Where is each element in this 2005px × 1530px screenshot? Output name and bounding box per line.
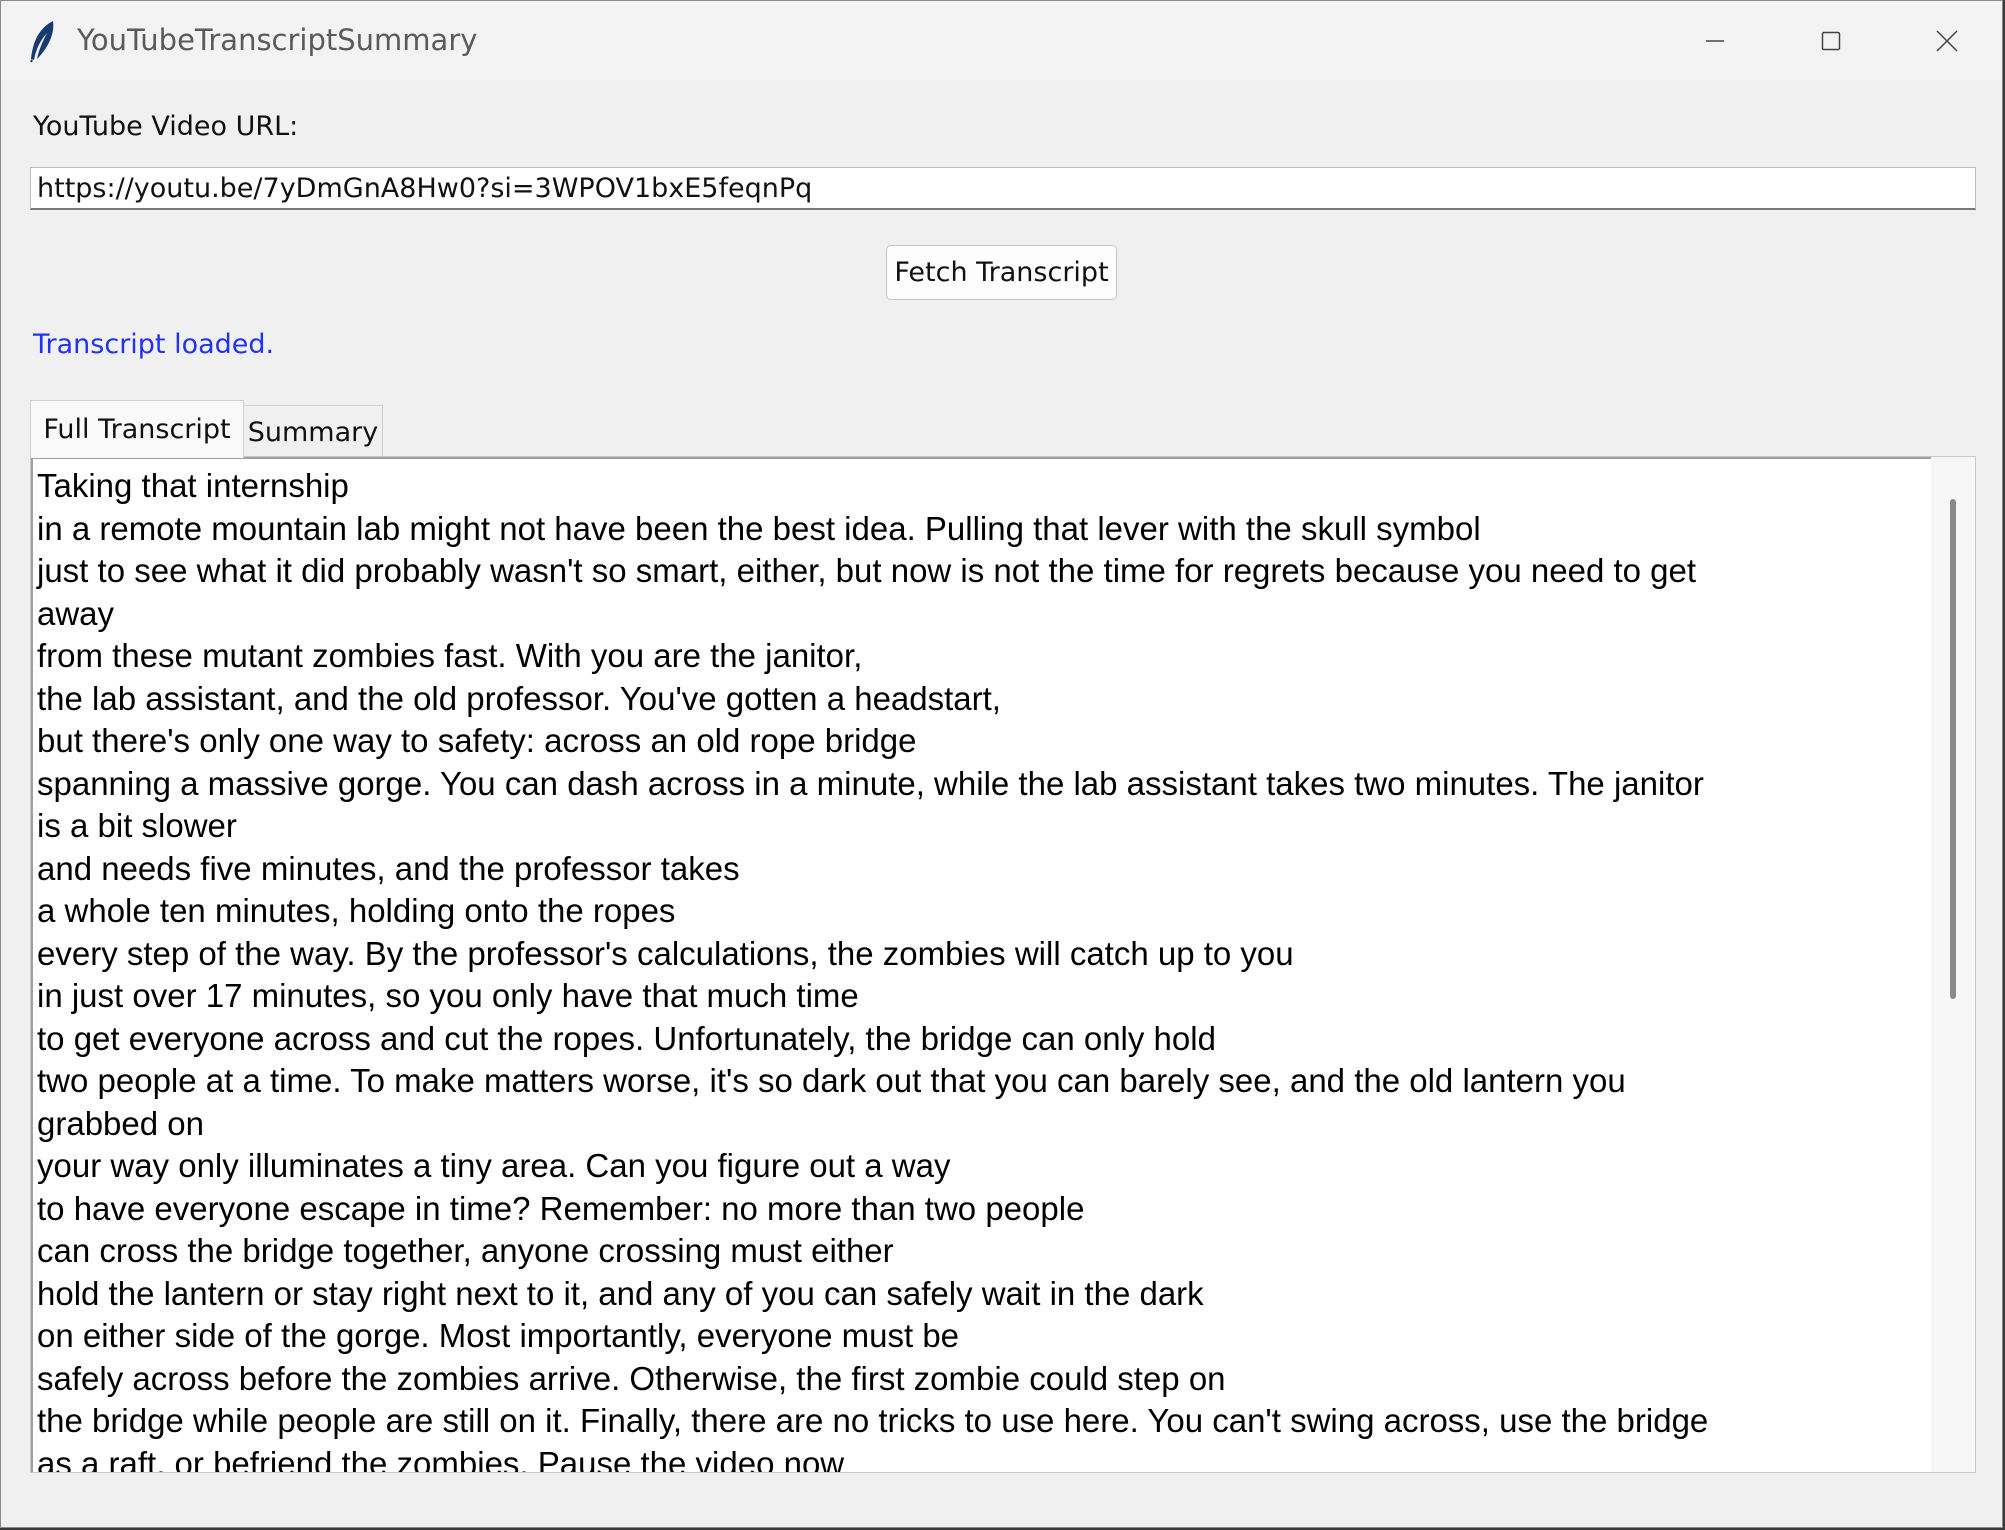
fetch-transcript-button[interactable]: Fetch Transcript	[886, 245, 1117, 300]
transcript-line: your way only illuminates a tiny area. C…	[37, 1147, 951, 1184]
transcript-line: as a raft, or befriend the zombies. Paus…	[37, 1444, 845, 1473]
transcript-line: safely across before the zombies arrive.…	[37, 1359, 1226, 1397]
close-button[interactable]	[1889, 1, 2002, 80]
transcript-line: just to see what it did probably wasn't …	[37, 552, 1697, 589]
transcript-text-area[interactable]: Taking that internship in a remote mounta…	[31, 457, 1931, 1472]
close-icon	[1936, 29, 1958, 52]
maximize-button[interactable]	[1773, 1, 1889, 80]
url-input[interactable]	[30, 167, 1976, 210]
transcript-line: the bridge while people are still on it.…	[37, 1402, 1709, 1439]
scrollbar-thumb[interactable]	[1950, 499, 1956, 999]
status-text: Transcript loaded.	[33, 329, 275, 360]
transcript-line: every step of the way. By the professor'…	[37, 934, 1294, 972]
transcript-line: away	[37, 594, 115, 632]
transcript-line: in just over 17 minutes, so you only hav…	[37, 977, 859, 1014]
transcript-line: in a remote mountain lab might not have …	[37, 509, 1481, 547]
minimize-icon	[1706, 39, 1724, 42]
transcript-line: grabbed on	[37, 1104, 204, 1142]
transcript-lines: Taking that internship in a remote mounta…	[33, 459, 1931, 1472]
url-label: YouTube Video URL:	[33, 111, 299, 142]
vertical-scrollbar[interactable]	[1931, 457, 1975, 1472]
transcript-line: two people at a time. To make matters wo…	[37, 1062, 1626, 1099]
transcript-line: and needs five minutes, and the professo…	[37, 849, 740, 887]
transcript-line: spanning a massive gorge. You can dash a…	[37, 764, 1704, 802]
transcript-line: Taking that internship	[37, 467, 349, 504]
feather-icon	[27, 19, 59, 63]
transcript-line: is a bit slower	[37, 807, 237, 844]
minimize-button[interactable]	[1657, 1, 1773, 80]
tab-full-transcript[interactable]: Full Transcript	[30, 400, 244, 458]
transcript-line: to get everyone across and cut the ropes…	[37, 1019, 1216, 1057]
maximize-icon	[1821, 31, 1841, 50]
app-window: YouTubeTranscriptSummary YouTube Video U…	[0, 0, 2003, 1528]
transcript-line: but there's only one way to safety: acro…	[37, 722, 917, 759]
transcript-line: the lab assistant, and the old professor…	[37, 679, 1001, 717]
transcript-line: can cross the bridge together, anyone cr…	[37, 1232, 894, 1269]
title-bar[interactable]: YouTubeTranscriptSummary	[1, 1, 2002, 80]
transcript-line: to have everyone escape in time? Remembe…	[37, 1189, 1085, 1227]
transcript-line: from these mutant zombies fast. With you…	[37, 637, 863, 674]
window-title: YouTubeTranscriptSummary	[77, 23, 478, 57]
transcript-panel: Taking that internship in a remote mounta…	[30, 456, 1976, 1473]
tab-summary[interactable]: Summary	[243, 405, 383, 458]
transcript-line: a whole ten minutes, holding onto the ro…	[37, 892, 676, 929]
transcript-line: hold the lantern or stay right next to i…	[37, 1274, 1204, 1312]
main-content: YouTube Video URL: Fetch Transcript Tran…	[1, 80, 2002, 1527]
transcript-line: on either side of the gorge. Most import…	[37, 1317, 960, 1354]
